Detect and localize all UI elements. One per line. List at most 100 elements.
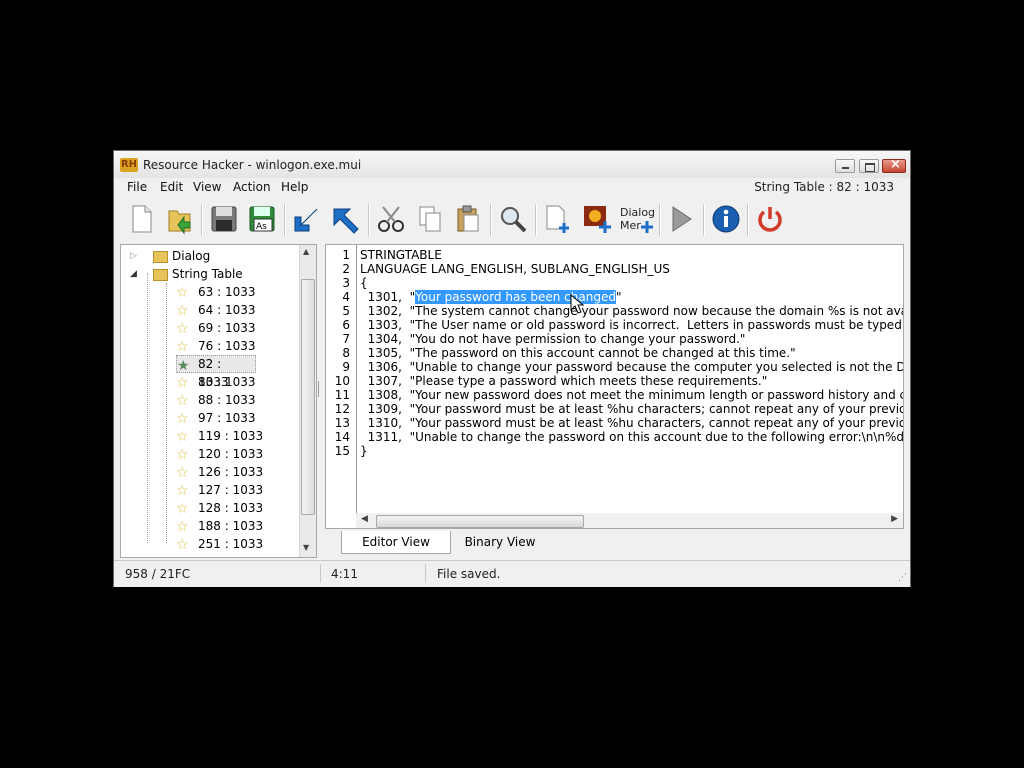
selected-text: Your password has been changed <box>415 290 616 304</box>
app-icon: RH <box>120 158 138 172</box>
star-icon: ☆ <box>176 285 189 301</box>
star-icon: ☆ <box>176 465 189 481</box>
tree-child-item[interactable]: ☆ 126 : 1033 <box>176 463 296 481</box>
find-icon[interactable] <box>497 203 529 235</box>
tree-child-item[interactable]: ☆ 69 : 1033 <box>176 319 296 337</box>
minimize-icon[interactable] <box>835 159 855 173</box>
collapse-arrow-icon[interactable]: ◢ <box>130 265 137 283</box>
paste-icon[interactable] <box>452 203 484 235</box>
title-bar[interactable]: RH Resource Hacker - winlogon.exe.mui <box>114 151 910 178</box>
maximize-icon[interactable] <box>859 159 879 173</box>
status-message: File saved. <box>437 567 501 581</box>
editor-hscrollbar[interactable]: ◀ ▶ <box>356 513 903 528</box>
tree-child-item[interactable]: ☆ 64 : 1033 <box>176 301 296 319</box>
code-line: 1303, "The User name or old password is … <box>360 318 904 332</box>
tree-child-item[interactable]: ☆ 128 : 1033 <box>176 499 296 517</box>
save-as-icon[interactable]: As <box>246 203 278 235</box>
status-position: 4:11 <box>331 567 358 581</box>
code-line: STRINGTABLE <box>360 248 442 262</box>
star-icon: ☆ <box>176 501 189 517</box>
status-bar: 958 / 21FC 4:11 File saved. ⋰ <box>114 560 910 587</box>
tree-child-item[interactable]: ☆ 97 : 1033 <box>176 409 296 427</box>
folder-open-icon <box>153 269 168 281</box>
close-icon[interactable] <box>882 157 906 173</box>
star-icon: ☆ <box>176 519 189 535</box>
tree-child-item[interactable]: ☆ 63 : 1033 <box>176 283 296 301</box>
star-icon: ☆ <box>176 429 189 445</box>
code-line: 1306, "Unable to change your password be… <box>360 360 904 374</box>
tree-child-item-selected[interactable]: ★ 82 : 1033 <box>176 355 256 389</box>
window-title: Resource Hacker - winlogon.exe.mui <box>143 158 362 172</box>
code-line: 1310, "Your password must be at least %h… <box>360 416 904 430</box>
star-icon: ☆ <box>176 303 189 319</box>
scroll-thumb[interactable] <box>301 279 315 515</box>
code-line: { <box>360 276 368 290</box>
resource-indicator: String Table : 82 : 1033 <box>754 180 894 194</box>
star-icon: ☆ <box>176 411 189 427</box>
compile-run-icon[interactable] <box>665 203 697 235</box>
menu-help[interactable]: Help <box>281 180 308 194</box>
star-icon: ☆ <box>176 375 189 391</box>
info-icon[interactable] <box>710 203 742 235</box>
scroll-right-icon[interactable]: ▶ <box>891 514 898 524</box>
menu-file[interactable]: File <box>127 180 147 194</box>
code-line: LANGUAGE LANG_ENGLISH, SUBLANG_ENGLISH_U… <box>360 262 670 276</box>
resize-grip-icon[interactable]: ⋰ <box>898 573 907 583</box>
tree-child-item[interactable]: ☆ 188 : 1033 <box>176 517 296 535</box>
expand-arrow-icon[interactable]: ▷ <box>130 247 137 265</box>
copy-icon[interactable] <box>414 203 446 235</box>
menu-bar: File Edit View Action Help String Table … <box>114 178 910 197</box>
star-icon: ☆ <box>176 537 189 553</box>
code-line: 1309, "Your password must be at least %h… <box>360 402 904 416</box>
status-offset: 958 / 21FC <box>125 567 191 581</box>
scroll-left-icon[interactable]: ◀ <box>361 514 368 524</box>
tree-child-item[interactable]: ☆ 127 : 1033 <box>176 481 296 499</box>
toolbar: As Dialog Mer <box>114 198 910 242</box>
import-icon[interactable] <box>291 203 323 235</box>
scroll-up-icon[interactable]: ▲ <box>303 247 309 256</box>
tree-child-item[interactable]: ☆ 76 : 1033 <box>176 337 296 355</box>
code-line: } <box>360 444 368 458</box>
code-line: 1304, "You do not have permission to cha… <box>360 332 746 346</box>
view-tabs: Editor View Binary View <box>325 531 904 554</box>
export-icon[interactable] <box>330 203 362 235</box>
save-icon[interactable] <box>208 203 240 235</box>
open-file-icon[interactable] <box>164 203 196 235</box>
code-line: 1308, "Your new password does not meet t… <box>360 388 904 402</box>
add-resource-icon[interactable] <box>542 203 574 235</box>
tree-child-item[interactable]: ☆ 88 : 1033 <box>176 391 296 409</box>
star-icon: ☆ <box>176 447 189 463</box>
exit-power-icon[interactable] <box>754 203 786 235</box>
new-file-icon[interactable] <box>125 203 157 235</box>
resource-tree[interactable]: ▷ Dialog ◢ String Table ☆ 63 : 1033 ☆ 64 :… <box>120 244 317 558</box>
tree-node-label: String Table <box>172 267 243 281</box>
svg-text:As: As <box>256 222 267 232</box>
tree-scrollbar[interactable]: ▲ ▼ <box>299 245 316 557</box>
add-image-resource-icon[interactable] <box>581 203 613 235</box>
menu-action[interactable]: Action <box>233 180 271 194</box>
dialog-merger-icon[interactable]: Dialog Mer <box>619 203 655 235</box>
mouse-cursor-icon <box>570 294 584 314</box>
menu-view[interactable]: View <box>193 180 221 194</box>
star-icon: ☆ <box>176 483 189 499</box>
star-icon: ☆ <box>176 339 189 355</box>
scroll-down-icon[interactable]: ▼ <box>303 543 309 552</box>
tree-child-item[interactable]: ☆ 83 : 1033 <box>176 373 296 391</box>
svg-text:Mer: Mer <box>620 219 641 232</box>
code-editor[interactable]: 1 2 3 4 5 6 7 8 9 10 11 12 13 14 15 STRI… <box>325 244 904 529</box>
star-icon: ☆ <box>176 393 189 409</box>
cut-icon[interactable] <box>375 203 407 235</box>
tab-binary-view[interactable]: Binary View <box>449 531 551 553</box>
scroll-thumb[interactable] <box>376 515 584 528</box>
tree-child-item[interactable]: ☆ 119 : 1033 <box>176 427 296 445</box>
line-number-gutter: 1 2 3 4 5 6 7 8 9 10 11 12 13 14 15 <box>326 245 357 513</box>
svg-text:Dialog: Dialog <box>620 206 655 219</box>
code-line: 1305, "The password on this account cann… <box>360 346 796 360</box>
code-line: 1311, "Unable to change the password on … <box>360 430 904 444</box>
menu-edit[interactable]: Edit <box>160 180 183 194</box>
code-line: 1302, "The system cannot change your pas… <box>360 304 904 318</box>
tree-child-item[interactable]: ☆ 251 : 1033 <box>176 535 296 553</box>
tree-child-item[interactable]: ☆ 120 : 1033 <box>176 445 296 463</box>
code-line: 1307, "Please type a password which meet… <box>360 374 768 388</box>
tab-editor-view[interactable]: Editor View <box>341 531 451 554</box>
